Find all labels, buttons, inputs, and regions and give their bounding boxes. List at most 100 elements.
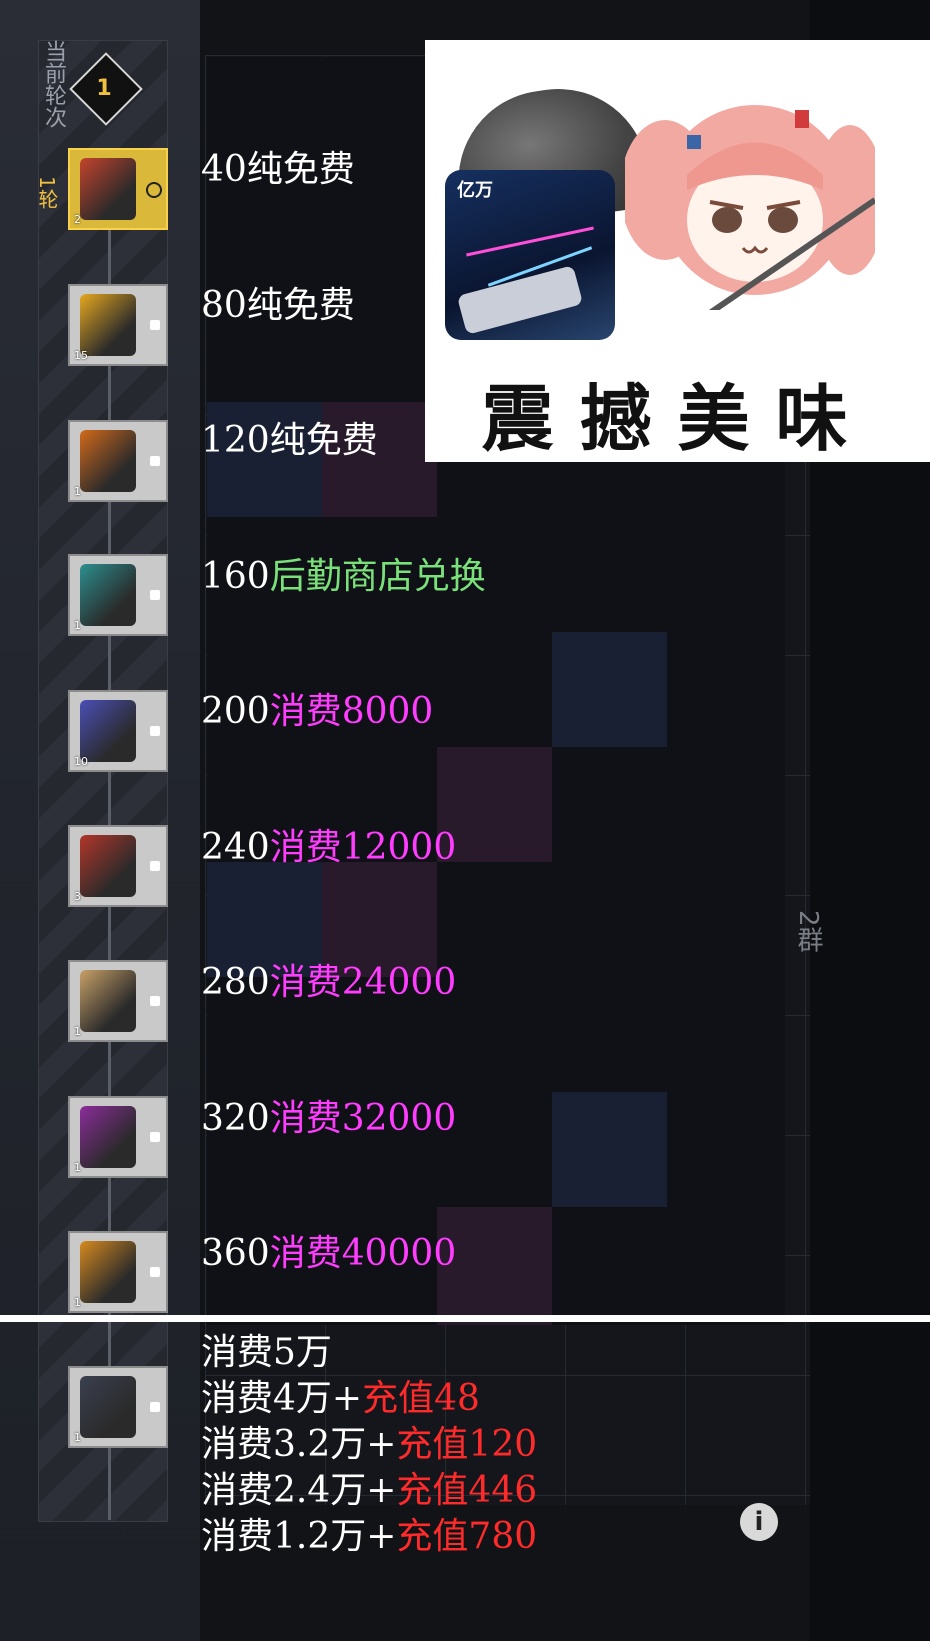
reward-item[interactable]: 3 <box>68 825 168 907</box>
info-icon[interactable]: i <box>740 1503 778 1541</box>
game-screen: 当前轮次 1 1轮 2 15 1 1 10 3 1 1 1 1 40纯免费 80纯免费 120纯免费 1… <box>0 0 930 1641</box>
reward-crate-icon <box>80 1106 136 1168</box>
cost-option-line: 消费5万 <box>201 1330 537 1376</box>
reward-crate-icon <box>80 564 136 626</box>
grid-cell <box>552 747 670 865</box>
reward-quantity: 1 <box>74 1025 81 1038</box>
reward-requirement-note: 120纯免费 <box>201 421 378 461</box>
reward-crate-icon <box>80 970 136 1032</box>
claim-target-icon <box>146 182 162 198</box>
reward-crate-icon <box>80 700 136 762</box>
reward-item[interactable]: 10 <box>68 690 168 772</box>
grid-cell <box>437 632 555 750</box>
grid-cell <box>667 632 785 750</box>
requirement-description: 消费24000 <box>269 962 457 1003</box>
current-round-label: 当前轮次 <box>41 40 66 128</box>
reward-requirement-note: 280消费24000 <box>201 963 456 1003</box>
requirement-description: 纯免费 <box>246 285 355 326</box>
requirement-points: 120 <box>201 420 270 461</box>
grid-cell <box>552 632 670 750</box>
grid-cell <box>667 862 785 980</box>
requirement-points: 240 <box>201 827 270 868</box>
reward-item[interactable]: 1 <box>68 1231 168 1313</box>
grid-cell <box>552 517 670 635</box>
reward-quantity: 1 <box>74 1161 81 1174</box>
lock-icon <box>150 726 160 736</box>
reward-requirement-note: 320消费32000 <box>201 1099 456 1139</box>
requirement-description: 消费40000 <box>269 1233 457 1274</box>
cost-option-line: 消费4万+充值48 <box>201 1376 537 1422</box>
lock-icon <box>150 1132 160 1142</box>
reward-requirement-note: 200消费8000 <box>201 692 433 732</box>
app-icon-title: 亿万 <box>457 180 493 201</box>
reward-requirement-note: 80纯免费 <box>201 286 355 326</box>
cost-option-line: 消费2.4万+充值446 <box>201 1468 537 1514</box>
cost-option-line: 消费3.2万+充值120 <box>201 1422 537 1468</box>
recharge-amount: 充值446 <box>396 1470 538 1511</box>
divider-line <box>0 1315 930 1322</box>
bottom-cost-list: 消费5万 消费4万+充值48 消费3.2万+充值120 消费2.4万+充值446 消费1… <box>201 1330 537 1560</box>
requirement-points: 280 <box>201 962 270 1003</box>
requirement-points: 80 <box>201 285 247 326</box>
grid-cell <box>667 517 785 635</box>
reward-quantity: 3 <box>74 890 81 903</box>
reward-quantity: 1 <box>74 1431 81 1444</box>
cost-main: 消费3.2万+ <box>201 1424 397 1465</box>
requirement-description: 消费8000 <box>269 691 434 732</box>
sticker-caption: 震撼美味 <box>481 377 874 461</box>
anime-girl-face-image <box>625 105 875 310</box>
lock-icon <box>150 320 160 330</box>
reward-item[interactable]: 1 <box>68 960 168 1042</box>
reward-item[interactable]: 1 <box>68 1096 168 1178</box>
cost-main: 消费4万+ <box>201 1378 363 1419</box>
grid-cell <box>552 977 670 1095</box>
grid-cell <box>552 1207 670 1325</box>
reward-crate-icon <box>80 1241 136 1303</box>
reward-crate-icon <box>80 158 136 220</box>
requirement-description: 消费12000 <box>269 827 457 868</box>
cost-main: 消费5万 <box>201 1332 332 1373</box>
grid-cell <box>667 747 785 865</box>
requirement-points: 320 <box>201 1098 270 1139</box>
recharge-amount: 充值780 <box>396 1516 538 1557</box>
requirement-points: 360 <box>201 1233 270 1274</box>
requirement-description: 纯免费 <box>269 420 378 461</box>
cost-main: 消费1.2万+ <box>201 1516 397 1557</box>
side-label: 2群 <box>793 910 823 953</box>
reward-quantity: 1 <box>74 1296 81 1309</box>
lock-icon <box>150 861 160 871</box>
reward-requirement-note: 40纯免费 <box>201 150 355 190</box>
reward-crate-icon <box>80 294 136 356</box>
reward-requirement-note: 360消费40000 <box>201 1234 456 1274</box>
round-tag: 1轮 <box>35 176 59 209</box>
requirement-description: 纯免费 <box>246 149 355 190</box>
reward-quantity: 15 <box>74 349 88 362</box>
reward-crate-icon <box>80 430 136 492</box>
reward-item[interactable]: 1 <box>68 554 168 636</box>
current-round-number: 1 <box>96 76 112 101</box>
lock-icon <box>150 590 160 600</box>
reward-quantity: 10 <box>74 755 88 768</box>
reward-item[interactable]: 1 <box>68 1366 168 1448</box>
app-icon-image: 亿万 <box>445 170 615 340</box>
grid-cell <box>667 977 785 1095</box>
requirement-points: 160 <box>201 556 270 597</box>
reward-item[interactable]: 1 <box>68 420 168 502</box>
lock-icon <box>150 1267 160 1277</box>
reward-quantity: 1 <box>74 619 81 632</box>
recharge-amount: 充值120 <box>396 1424 538 1465</box>
reward-quantity: 2 <box>74 213 81 226</box>
reward-crate-icon <box>80 835 136 897</box>
lock-icon <box>150 1402 160 1412</box>
grid-cell <box>667 1092 785 1210</box>
requirement-points: 200 <box>201 691 270 732</box>
reward-item[interactable]: 15 <box>68 284 168 366</box>
reward-crate-icon <box>80 1376 136 1438</box>
requirement-description: 后勤商店兑换 <box>269 556 486 597</box>
requirement-points: 40 <box>201 149 247 190</box>
reward-item[interactable]: 2 <box>68 148 168 230</box>
lock-icon <box>150 996 160 1006</box>
recharge-amount: 充值48 <box>362 1378 480 1419</box>
grid-cell <box>552 862 670 980</box>
cost-main: 消费2.4万+ <box>201 1470 397 1511</box>
